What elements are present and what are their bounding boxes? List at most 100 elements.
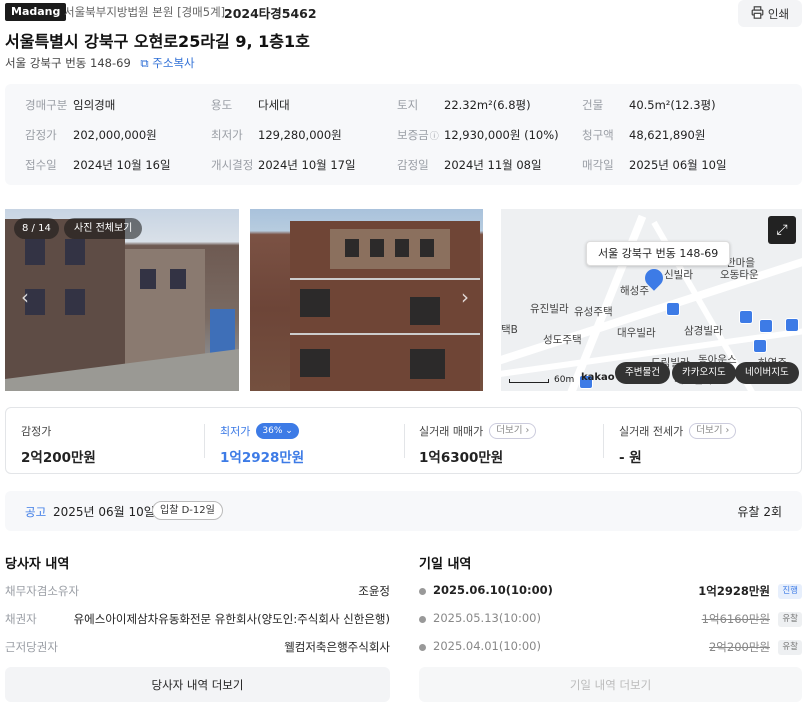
min-price-label: 최저가 bbox=[220, 425, 251, 438]
map-poi: 대우빌라 bbox=[617, 327, 656, 339]
sale-price: 실거래 매매가 더보기 › 1억6300만원 bbox=[419, 423, 537, 466]
copy-icon: ⧉ bbox=[140, 56, 149, 70]
party-value: 조윤정 bbox=[358, 584, 390, 598]
bus-stop-icon[interactable] bbox=[739, 310, 753, 324]
map-poi: 택B bbox=[501, 324, 518, 336]
info-label: 개시결정 bbox=[211, 158, 254, 172]
court-name: 서울북부지방법원 본원 [경매5계] bbox=[64, 5, 226, 19]
info-value: 40.5m²(12.3평) bbox=[629, 98, 716, 112]
party-value: 유에스아이제삼차유동화전문 유한회사(양도인:주식회사 신한은행) bbox=[73, 612, 390, 626]
history-price: 1억2928만원 bbox=[698, 584, 770, 598]
fail-count: 유찰 2회 bbox=[737, 505, 782, 519]
info-label: 보증금 bbox=[397, 128, 429, 142]
map-poi: 삼경빌라 bbox=[684, 325, 723, 337]
photo-counter: 8 / 14 bbox=[14, 218, 59, 239]
info-item: 경매구분 임의경매 bbox=[25, 97, 115, 113]
divider bbox=[603, 424, 604, 458]
info-item: 감정일 2024년 11월 08일 bbox=[397, 157, 542, 173]
expand-icon[interactable]: ⤢ bbox=[768, 216, 796, 244]
bus-stop-icon[interactable] bbox=[666, 302, 680, 316]
info-item: 감정가 202,000,000원 bbox=[25, 127, 157, 143]
rent-price-value: - 원 bbox=[619, 450, 642, 466]
info-item: 최저가 129,280,000원 bbox=[211, 127, 342, 143]
info-label: 최저가 bbox=[211, 128, 243, 142]
party-label: 채권자 bbox=[5, 612, 37, 626]
info-item: 보증금ⓘ 12,930,000원 (10%) bbox=[397, 127, 559, 143]
help-icon[interactable]: ⓘ bbox=[430, 132, 439, 142]
notice-date: 2025년 06월 10일 bbox=[53, 505, 155, 519]
map-poi: 신빌라 bbox=[664, 269, 693, 281]
map-scale-label: 60m bbox=[554, 375, 575, 385]
print-button[interactable]: 인쇄 bbox=[738, 0, 802, 27]
nearby-items-button[interactable]: 주변물건 bbox=[615, 362, 670, 384]
info-label: 경매구분 bbox=[25, 98, 68, 112]
sub-address: 서울 강북구 번동 148-69 ⧉ 주소복사 bbox=[5, 55, 195, 71]
map-poi: 해성주 bbox=[620, 285, 649, 297]
status-dot bbox=[419, 588, 426, 595]
history-status-badge: 진행 bbox=[778, 584, 802, 599]
info-label: 매각일 bbox=[582, 158, 614, 172]
info-value: 2024년 10월 17일 bbox=[258, 158, 356, 172]
sale-price-value: 1억6300만원 bbox=[419, 450, 504, 466]
appraisal-label: 감정가 bbox=[21, 425, 52, 438]
chevron-right-icon[interactable]: › bbox=[461, 285, 469, 309]
parties-more-button[interactable]: 당사자 내역 더보기 bbox=[5, 667, 390, 702]
naver-map-button[interactable]: 네이버지도 bbox=[735, 362, 799, 384]
bus-stop-icon[interactable] bbox=[753, 339, 767, 353]
info-label: 용도 bbox=[211, 98, 233, 112]
party-value: 웰컴저축은행주식회사 bbox=[284, 640, 390, 654]
printer-icon bbox=[751, 5, 764, 22]
info-value: 22.32m²(6.8평) bbox=[444, 98, 531, 112]
history-title: 기일 내역 bbox=[419, 557, 472, 572]
history-more-button[interactable]: 기일 내역 더보기 bbox=[419, 667, 802, 702]
info-value: 129,280,000원 bbox=[258, 128, 342, 142]
sale-more-button[interactable]: 더보기 › bbox=[489, 423, 537, 439]
info-value: 다세대 bbox=[258, 98, 290, 112]
appraisal-value: 2억200만원 bbox=[21, 450, 96, 466]
parties-title: 당사자 내역 bbox=[5, 557, 70, 572]
lot-address: 서울 강북구 번동 148-69 bbox=[5, 56, 131, 70]
kakao-map-button[interactable]: 카카오지도 bbox=[672, 362, 736, 384]
party-label: 근저당권자 bbox=[5, 640, 58, 654]
history-date: 2025.04.01(10:00) bbox=[433, 639, 541, 653]
divider bbox=[204, 424, 205, 458]
info-value: 12,930,000원 (10%) bbox=[444, 128, 559, 142]
info-value: 2025년 06월 10일 bbox=[629, 158, 727, 172]
min-price-percent-badge[interactable]: 36% ⌄ bbox=[256, 423, 299, 439]
info-item: 청구액 48,621,890원 bbox=[582, 127, 705, 143]
party-label: 채무자겸소유자 bbox=[5, 584, 80, 598]
print-label: 인쇄 bbox=[767, 6, 790, 21]
info-item: 접수일 2024년 10월 16일 bbox=[25, 157, 171, 173]
auction-info-panel: 경매구분 임의경매 용도 다세대 토지 22.32m²(6.8평) 건물 40.5m²(… bbox=[5, 84, 802, 185]
bus-stop-icon[interactable] bbox=[785, 318, 799, 332]
info-label: 감정가 bbox=[25, 128, 57, 142]
notice-bar: 공고 2025년 06월 10일 입찰 D-12일 유찰 2회 bbox=[5, 491, 802, 531]
history-status-badge: 유찰 bbox=[778, 612, 802, 627]
notice-label: 공고 bbox=[25, 505, 47, 519]
history-price: 2억200만원 bbox=[708, 640, 770, 654]
map-poi: 성도주택 bbox=[543, 334, 582, 346]
location-map[interactable]: 한마을 오동타운 신빌라 해성주 유진빌라 유성주택 대우빌라 삼경빌라 성도주… bbox=[501, 209, 802, 391]
property-photo-1[interactable]: 8 / 14 사진 전체보기 ‹ bbox=[5, 209, 239, 391]
copy-address-button[interactable]: ⧉ 주소복사 bbox=[140, 56, 194, 70]
case-number: 2024타경5462 bbox=[224, 6, 317, 21]
min-price-value: 1억2928만원 bbox=[220, 450, 305, 466]
chevron-left-icon[interactable]: ‹ bbox=[21, 285, 29, 309]
minimum-price: 최저가 36% ⌄ 1억2928만원 bbox=[220, 423, 304, 466]
history-date: 2025.05.13(10:00) bbox=[433, 611, 541, 625]
info-value: 2024년 10월 16일 bbox=[73, 158, 171, 172]
info-item: 개시결정 2024년 10월 17일 bbox=[211, 157, 356, 173]
info-value: 202,000,000원 bbox=[73, 128, 157, 142]
view-all-photos-button[interactable]: 사진 전체보기 bbox=[64, 218, 143, 239]
copy-address-label: 주소복사 bbox=[152, 56, 195, 70]
property-photo-2[interactable]: › bbox=[250, 209, 483, 391]
info-label: 접수일 bbox=[25, 158, 57, 172]
sale-more-label: 더보기 bbox=[496, 425, 523, 436]
rent-more-button[interactable]: 더보기 › bbox=[689, 423, 737, 439]
rent-price: 실거래 전세가 더보기 › - 원 bbox=[619, 423, 737, 466]
info-item: 용도 다세대 bbox=[211, 97, 290, 113]
info-item: 토지 22.32m²(6.8평) bbox=[397, 97, 531, 113]
bus-stop-icon[interactable] bbox=[759, 319, 773, 333]
info-item: 건물 40.5m²(12.3평) bbox=[582, 97, 716, 113]
map-poi: 유성주택 bbox=[574, 306, 613, 318]
